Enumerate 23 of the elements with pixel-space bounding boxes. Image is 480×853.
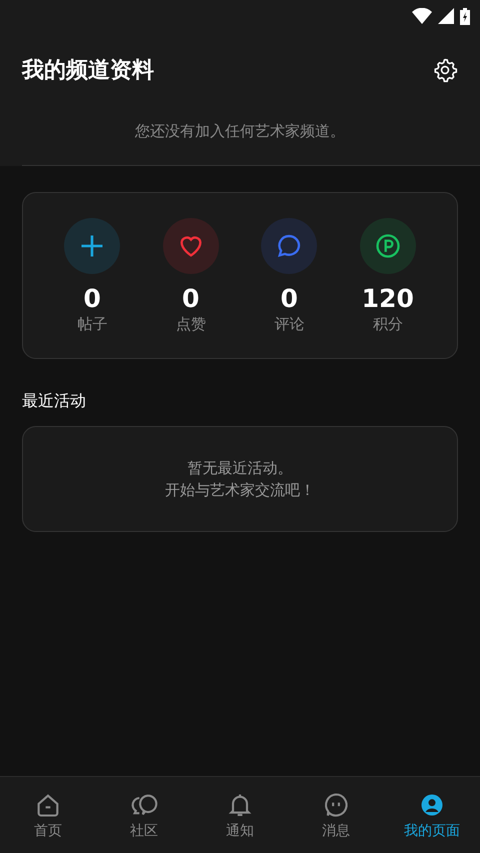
stat-value: 0 — [182, 284, 200, 313]
stat-value: 0 — [280, 284, 298, 313]
section-title: 最近活动 — [22, 391, 87, 412]
stat-label: 帖子 — [77, 315, 108, 334]
page-title: 我的频道资料 — [22, 57, 154, 85]
stat-label: 点赞 — [176, 315, 206, 334]
stat-value: 120 — [362, 284, 414, 313]
nav-tab[interactable]: 我的页面 — [392, 790, 472, 840]
empty-message: 开始与艺术家交流吧！ — [165, 480, 315, 500]
stat-value: 0 — [84, 284, 101, 313]
empty-message: 暂无最近活动。 — [188, 458, 292, 478]
face-bubble-icon — [322, 790, 350, 818]
signal-icon — [438, 8, 454, 24]
stat-label: 积分 — [372, 315, 403, 334]
settings-icon[interactable] — [432, 57, 458, 83]
nav-tab[interactable]: 通知 — [200, 790, 280, 840]
stat-label: 评论 — [274, 315, 304, 334]
nav-tab[interactable]: 消息 — [296, 790, 376, 840]
wifi-icon — [412, 8, 432, 24]
nav-tab[interactable]: 首页 — [8, 790, 88, 840]
nav-tab[interactable]: 社区 — [104, 790, 184, 840]
battery-icon — [460, 8, 470, 24]
notice-text: 您还没有加入任何艺术家频道。 — [22, 108, 480, 166]
